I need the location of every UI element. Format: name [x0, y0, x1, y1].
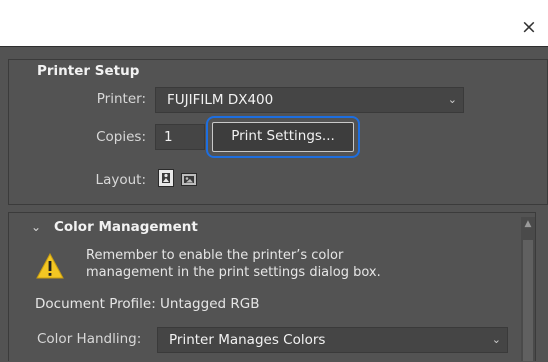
color-handling-label: Color Handling: — [37, 331, 142, 347]
color-handling-value: Printer Manages Colors — [169, 332, 326, 348]
print-settings-button[interactable]: Print Settings... — [212, 122, 354, 152]
printer-select[interactable]: FUJIFILM DX400 ⌄ — [155, 87, 464, 113]
layout-portrait-icon[interactable] — [158, 169, 174, 191]
chevron-down-icon[interactable]: ⌄ — [31, 220, 41, 234]
chevron-down-icon: ⌄ — [447, 93, 457, 106]
copies-field[interactable]: 1 — [155, 124, 205, 150]
scroll-up-icon[interactable]: ▲ — [521, 219, 535, 231]
copies-label: Copies: — [96, 129, 146, 145]
printer-setup-title: Printer Setup — [37, 63, 140, 79]
dialog-titlebar — [0, 0, 548, 46]
scrollbar-thumb[interactable] — [523, 240, 533, 361]
color-handling-select[interactable]: Printer Manages Colors ⌄ — [157, 327, 508, 353]
print-settings-button-highlight[interactable]: Print Settings... — [206, 116, 360, 158]
warning-text-line1: Remember to enable the printer’s color — [86, 248, 344, 263]
printer-label: Printer: — [96, 91, 146, 107]
copies-value: 1 — [164, 129, 173, 145]
close-icon[interactable]: × — [516, 14, 542, 40]
chevron-down-icon: ⌄ — [491, 333, 501, 346]
layout-label: Layout: — [95, 172, 146, 188]
layout-landscape-icon[interactable] — [181, 171, 197, 191]
document-profile-text: Document Profile: Untagged RGB — [35, 296, 260, 312]
printer-select-value: FUJIFILM DX400 — [167, 92, 274, 108]
color-management-title[interactable]: Color Management — [54, 219, 198, 235]
warning-icon — [36, 252, 64, 279]
warning-text-line2: management in the print settings dialog … — [86, 265, 381, 280]
